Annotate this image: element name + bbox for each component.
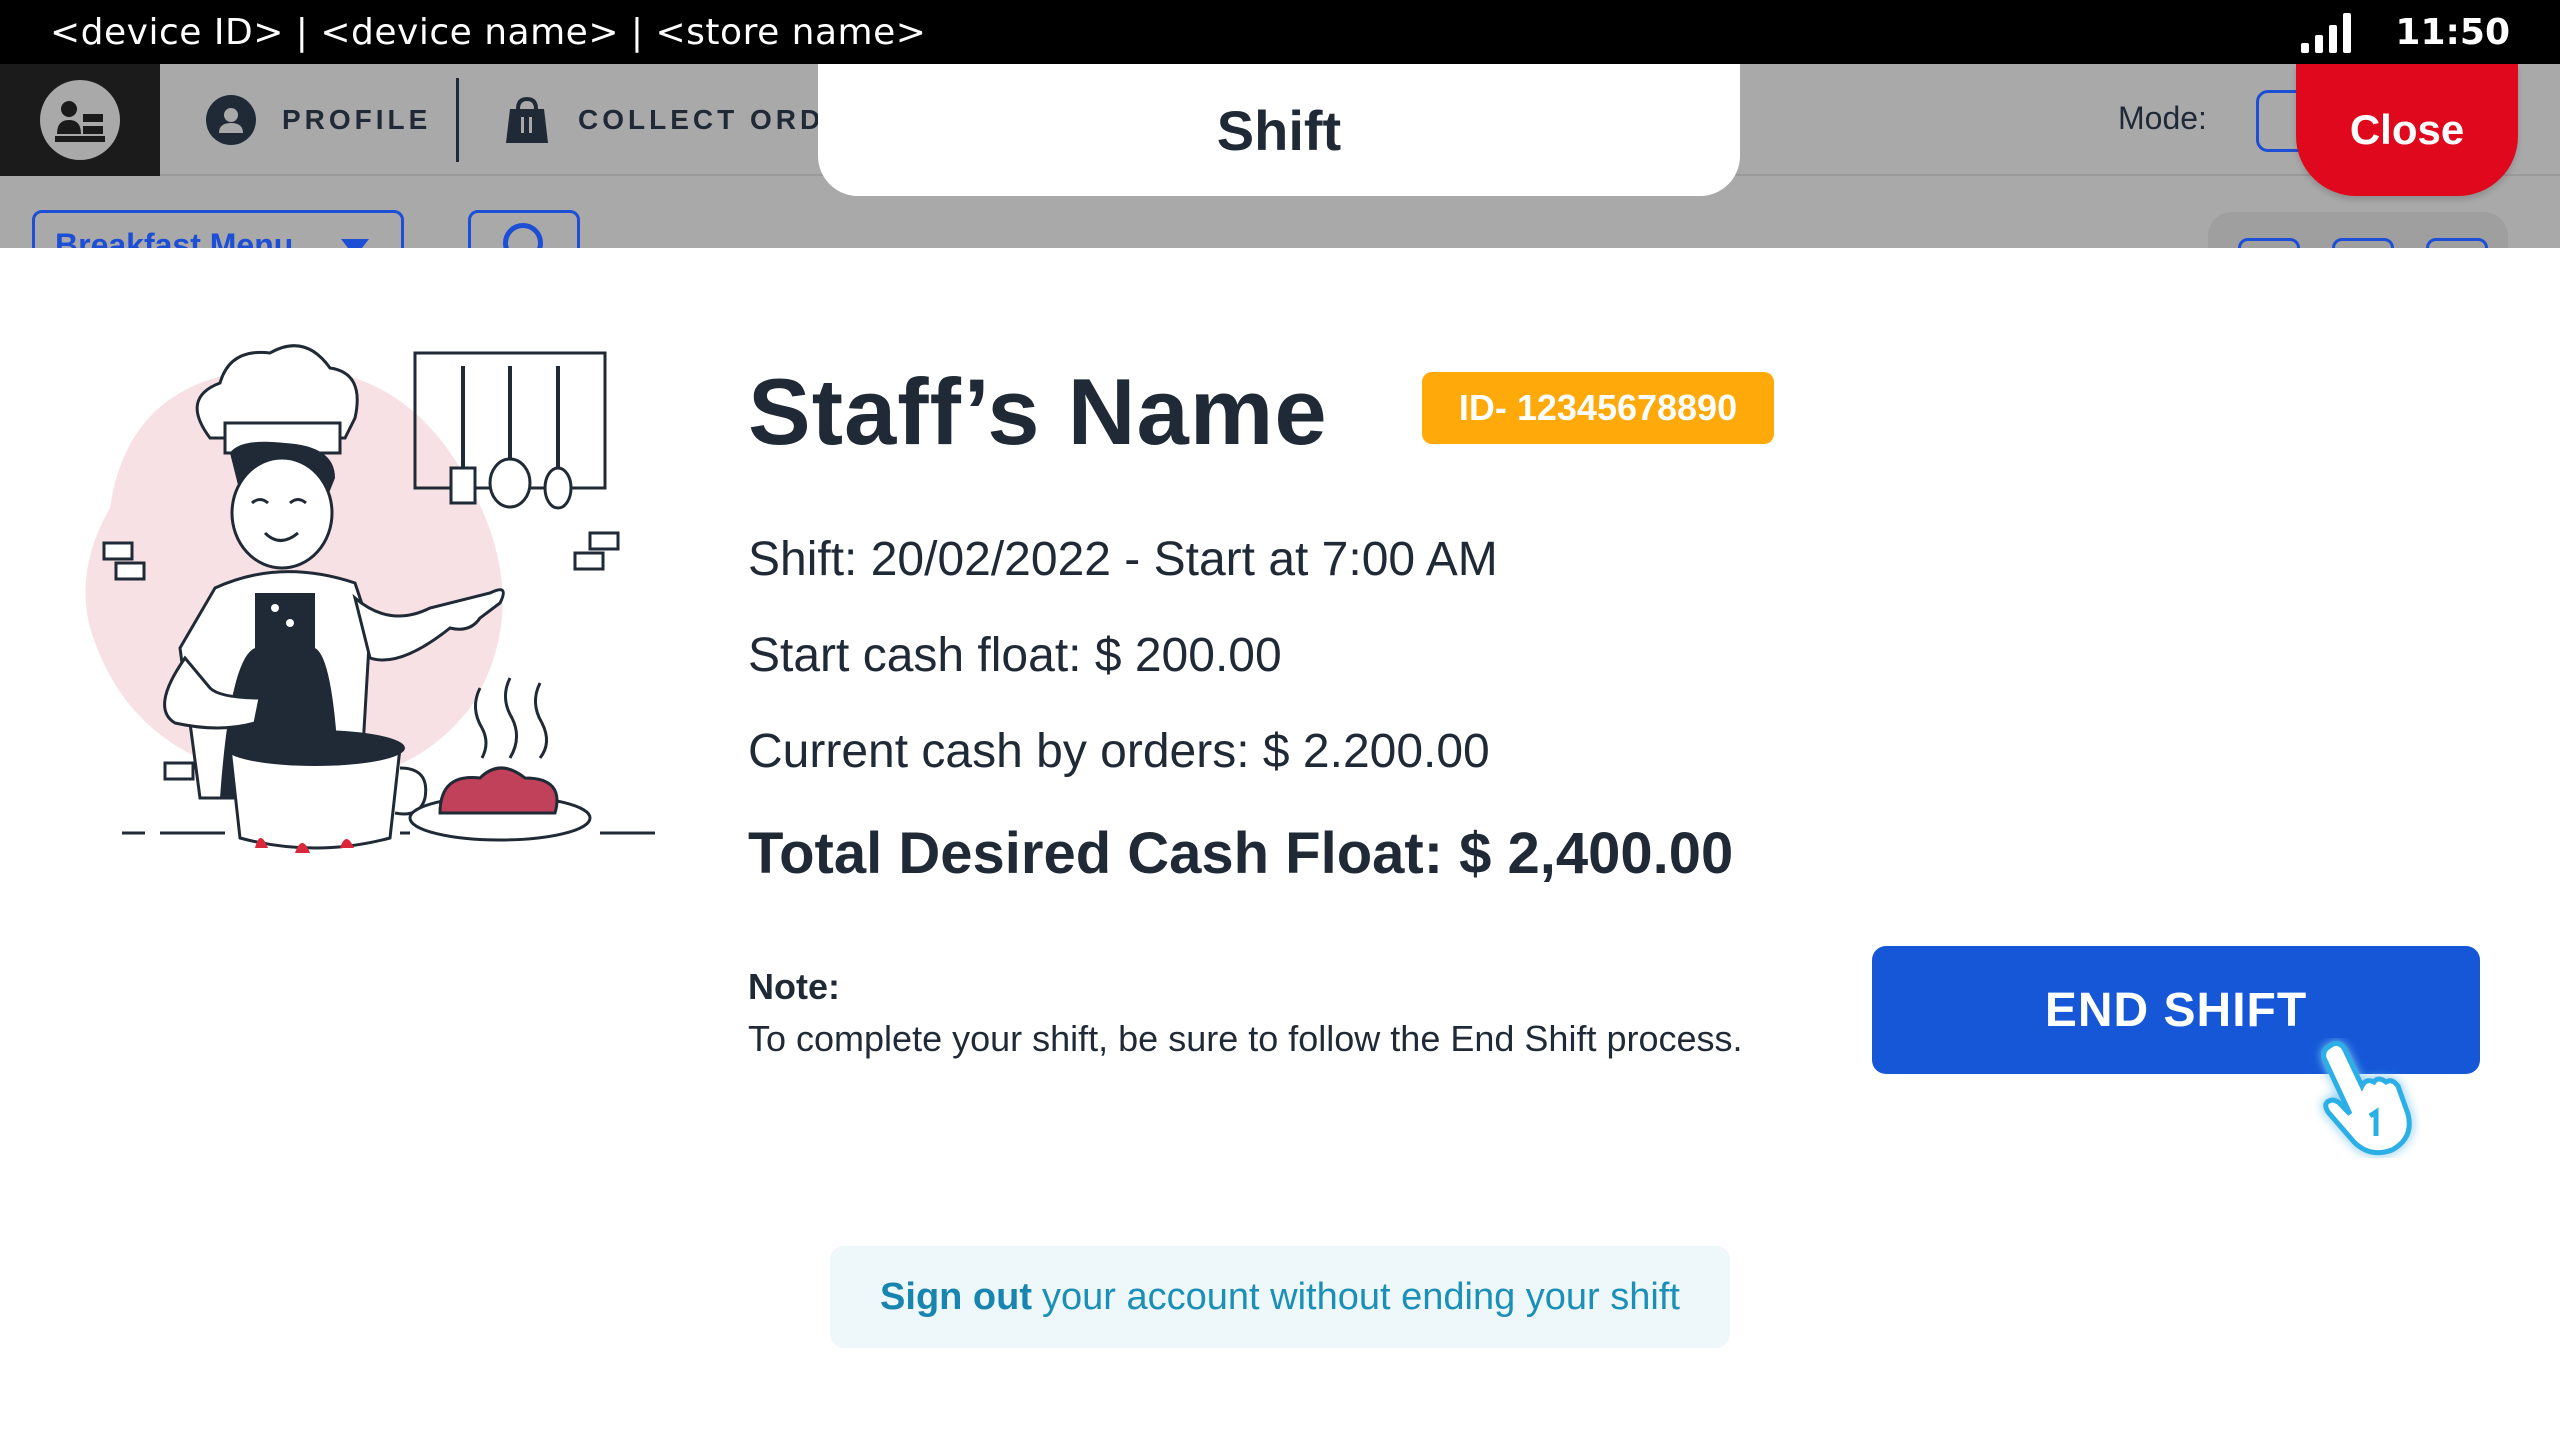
end-shift-label: END SHIFT: [2044, 983, 2308, 1037]
current-cash-line: Current cash by orders: $ 2.200.00: [748, 725, 1490, 778]
staff-avatar-icon: [40, 80, 120, 160]
total-desired-cash-float: Total Desired Cash Float: $ 2,400.00: [748, 821, 1734, 886]
profile-nav[interactable]: PROFILE: [206, 64, 431, 176]
view-toggle-2[interactable]: [2332, 238, 2394, 248]
tap-hand-cursor-icon: [2310, 1038, 2420, 1158]
shift-modal-body: Staff’s Name ID- 12345678890 Shift: 20/0…: [0, 248, 2560, 1440]
collect-orders-label: COLLECT ORDE: [578, 104, 847, 135]
profile-label: PROFILE: [282, 104, 432, 135]
sign-out-rest: your account without ending your shift: [1042, 1275, 1680, 1318]
user-icon: [206, 95, 256, 145]
view-toggle-1[interactable]: [2238, 238, 2300, 248]
view-toggle-group: [2208, 212, 2508, 248]
search-icon: [503, 223, 543, 248]
clock: 11:50: [2395, 11, 2510, 53]
close-button-label: Close: [2349, 106, 2465, 153]
device-info: <device ID> | <device name> | <store nam…: [50, 11, 927, 53]
mode-label: Mode:: [2118, 100, 2207, 136]
staff-id-badge: ID- 12345678890: [1422, 372, 1774, 444]
staff-name: Staff’s Name: [748, 359, 1328, 464]
menu-select-value: Breakfast Menu: [55, 227, 294, 248]
close-button[interactable]: Close: [2296, 64, 2518, 196]
staff-id-text: ID- 12345678890: [1458, 387, 1738, 428]
chef-cooking-illustration: [70, 328, 670, 888]
caret-down-icon: [341, 239, 369, 248]
modal-title: Shift: [818, 64, 1740, 196]
status-bar-right: 11:50: [2301, 11, 2510, 53]
shift-date-line: Shift: 20/02/2022 - Start at 7:00 AM: [748, 533, 1498, 586]
collect-orders-nav[interactable]: COLLECT ORDE: [502, 64, 847, 176]
note-label: Note:: [748, 966, 840, 1007]
modal-title-text: Shift: [1216, 98, 1342, 162]
sign-out-strong: Sign out: [880, 1275, 1033, 1318]
status-bar: <device ID> | <device name> | <store nam…: [0, 0, 2560, 64]
signal-bars-icon: [2301, 11, 2352, 53]
food-bag-icon: [502, 95, 552, 145]
search-button[interactable]: [468, 210, 580, 248]
sign-out-link[interactable]: Sign out your account without ending you…: [830, 1246, 1730, 1348]
start-cash-float-line: Start cash float: $ 200.00: [748, 629, 1282, 682]
view-toggle-3[interactable]: [2426, 238, 2488, 248]
note-text: To complete your shift, be sure to follo…: [748, 1018, 1743, 1059]
menu-select[interactable]: Breakfast Menu: [32, 210, 404, 248]
header-divider: [456, 78, 459, 162]
profile-avatar-button[interactable]: [0, 64, 160, 176]
